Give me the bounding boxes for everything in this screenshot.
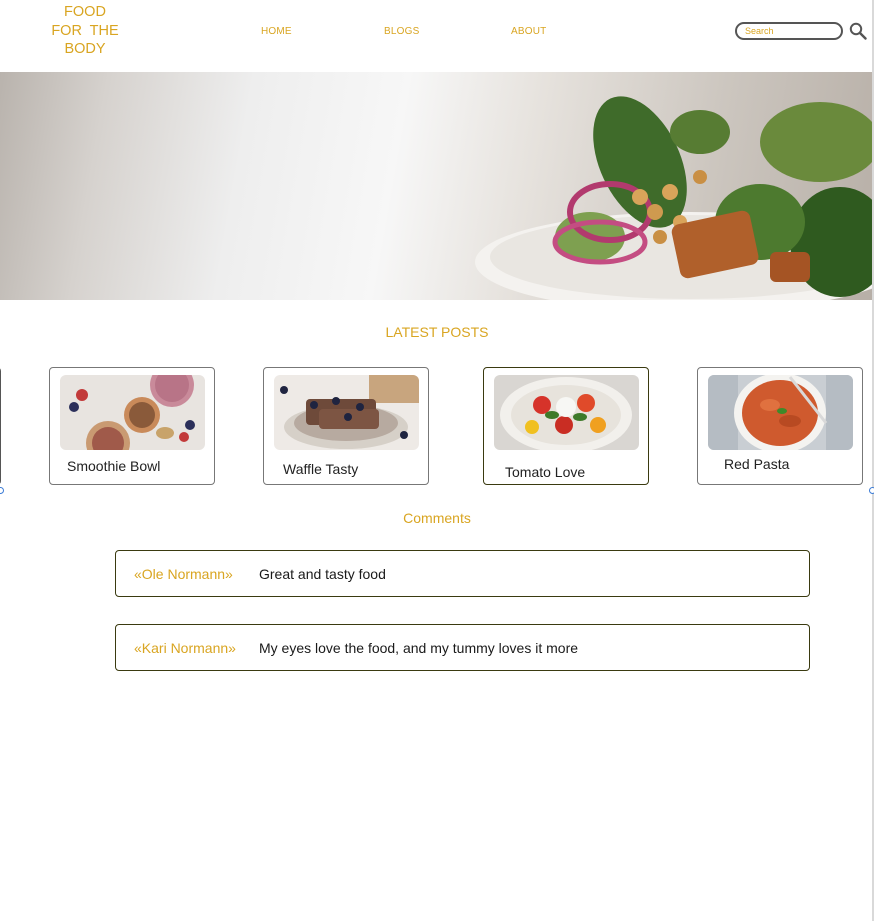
comment-item: «Kari Normann» My eyes love the food, an… — [115, 624, 810, 671]
hero-salad-image — [475, 96, 872, 300]
nav-home-link[interactable]: HOME — [261, 26, 292, 37]
site-header: FOOD FOR THE BODY HOME BLOGS ABOUT — [0, 0, 872, 72]
site-logo[interactable]: FOOD FOR THE BODY — [40, 3, 130, 59]
post-title: Waffle Tasty — [283, 461, 359, 477]
carousel-left-handle[interactable] — [0, 487, 4, 494]
red-pasta-image — [708, 375, 853, 450]
post-card-tomato-love[interactable]: Tomato Love — [483, 367, 649, 485]
latest-posts-heading: LATEST POSTS — [385, 324, 489, 340]
logo-line-2: FOR THE — [51, 22, 119, 39]
nav-blogs-link[interactable]: BLOGS — [384, 26, 419, 37]
comment-item: «Ole Normann» Great and tasty food — [115, 550, 810, 597]
logo-line-3: BODY — [64, 41, 106, 57]
carousel-right-handle[interactable] — [869, 487, 874, 494]
post-title: Red Pasta — [724, 456, 790, 472]
post-title: Tomato Love — [505, 464, 586, 480]
previous-post-card-partial[interactable] — [0, 367, 1, 485]
comment-author: «Ole Normann» — [134, 566, 233, 582]
comment-author: «Kari Normann» — [134, 640, 236, 656]
post-card-smoothie-bowl[interactable]: Smoothie Bowl — [49, 367, 215, 485]
search-icon[interactable] — [849, 22, 867, 40]
comment-text: My eyes love the food, and my tummy love… — [259, 640, 579, 656]
search-input[interactable] — [735, 22, 843, 40]
post-title: Smoothie Bowl — [67, 458, 161, 474]
post-card-waffle-tasty[interactable]: Waffle Tasty — [263, 367, 429, 485]
smoothie-bowl-image — [60, 375, 205, 450]
comments-heading: Comments — [403, 510, 471, 526]
hero-banner — [0, 72, 872, 300]
tomato-salad-image — [494, 375, 639, 450]
waffles-image — [274, 375, 419, 450]
nav-about-link[interactable]: ABOUT — [511, 26, 546, 37]
logo-line-1: FOOD — [64, 4, 106, 20]
comment-text: Great and tasty food — [259, 566, 386, 582]
post-card-red-pasta[interactable]: Red Pasta — [697, 367, 863, 485]
